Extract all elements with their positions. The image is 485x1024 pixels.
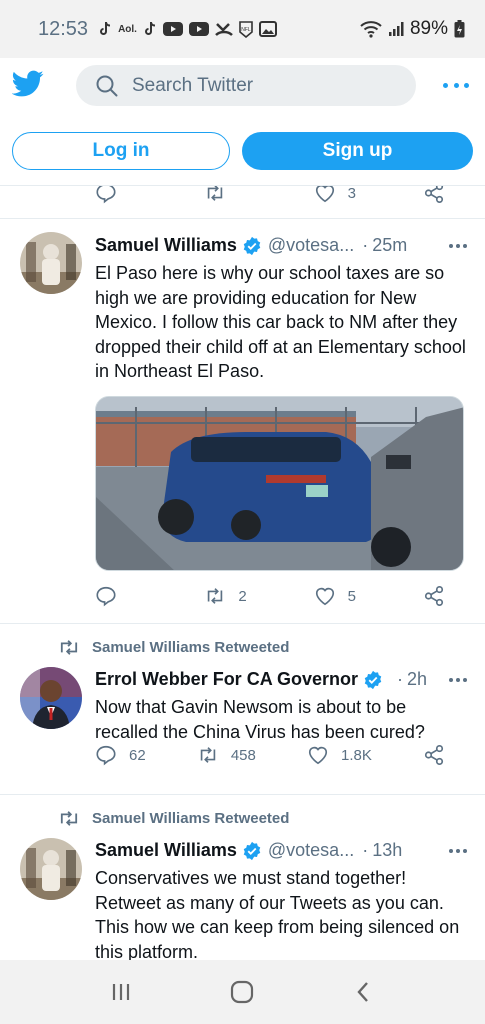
reply-count: 62: [129, 746, 146, 764]
system-indicators: 89%: [360, 18, 465, 40]
sign-up-button[interactable]: Sign up: [242, 132, 473, 170]
heart-icon: [315, 186, 334, 203]
back-icon[interactable]: [351, 979, 377, 1005]
share-icon: [424, 586, 444, 606]
heart-icon: [308, 746, 328, 765]
tweet[interactable]: Samuel Williams Retweeted Errol Webber F…: [0, 624, 485, 794]
tweet-image[interactable]: [95, 396, 464, 571]
twitter-logo-icon[interactable]: [12, 70, 44, 98]
retweet-button[interactable]: [204, 186, 248, 204]
reply-icon: [96, 186, 116, 204]
avatar[interactable]: [20, 838, 82, 900]
svg-text:NFL: NFL: [241, 27, 251, 33]
retweet-icon: [208, 186, 223, 201]
tiktok-icon: [100, 21, 111, 35]
wifi-icon: [360, 21, 382, 38]
retweeted-by: Samuel Williams Retweeted: [58, 809, 289, 827]
missed-call-icon: [215, 23, 233, 36]
timeline[interactable]: 3 Samuel Williams @votesa... · 25m El Pa…: [0, 186, 485, 960]
share-button[interactable]: [423, 585, 467, 607]
retweet-icon: [60, 811, 78, 826]
share-button[interactable]: [423, 744, 467, 766]
status-bar: 12:53 Aol. NFL 89%: [0, 0, 485, 58]
tweet-header: Samuel Williams @votesa... · 13h: [95, 840, 467, 861]
tweet-actions: 62 458 1.8K: [95, 744, 467, 766]
notification-icons: Aol. NFL: [98, 20, 277, 38]
author-name[interactable]: Errol Webber For CA Governor: [95, 669, 358, 690]
tweet-more-icon[interactable]: [449, 848, 467, 853]
retweet-count: 2: [238, 587, 247, 605]
verified-badge-icon: [243, 841, 261, 860]
retweeted-by-label[interactable]: Samuel Williams Retweeted: [92, 639, 289, 656]
tweet[interactable]: Samuel Williams @votesa... · 25m El Paso…: [0, 219, 485, 623]
tweet-more-icon[interactable]: [449, 677, 467, 682]
author-handle: @votesa...: [267, 840, 355, 860]
reply-button[interactable]: 62: [95, 744, 146, 766]
tweet-header: Samuel Williams @votesa... · 25m: [95, 235, 467, 256]
author-name[interactable]: Samuel Williams: [95, 840, 237, 861]
avatar[interactable]: [20, 232, 82, 294]
retweeted-by-label[interactable]: Samuel Williams Retweeted: [92, 810, 289, 827]
youtube-icon: [162, 22, 183, 36]
log-in-button[interactable]: Log in: [12, 132, 230, 170]
like-count: 3: [347, 186, 356, 202]
more-options-icon[interactable]: [443, 74, 469, 96]
top-header: Search Twitter Log in Sign up: [0, 58, 485, 186]
retweet-button[interactable]: 2: [204, 585, 248, 607]
youtube-icon: [188, 22, 209, 36]
avatar[interactable]: [20, 667, 82, 729]
search-placeholder: Search Twitter: [132, 74, 254, 96]
retweet-icon: [60, 640, 78, 655]
home-icon[interactable]: [229, 979, 255, 1005]
retweet-icon: [200, 747, 216, 763]
tweet-time[interactable]: 2h: [407, 669, 427, 690]
search-icon: [96, 75, 118, 96]
tweet-header: Errol Webber For CA Governor · 2h: [95, 669, 467, 690]
reply-button[interactable]: [95, 186, 139, 204]
tweet-time[interactable]: 25m: [372, 235, 407, 256]
signal-icon: [388, 22, 404, 36]
tweet-actions: 2 5: [95, 585, 467, 607]
like-button[interactable]: 3: [314, 186, 358, 204]
tweet-text: Now that Gavin Newsom is about to be rec…: [95, 697, 425, 742]
retweet-count: 458: [230, 746, 256, 764]
reply-icon: [96, 586, 116, 607]
tweet-text: Conservatives we must stand together! Re…: [95, 868, 460, 960]
share-button[interactable]: [423, 186, 467, 204]
retweet-icon: [208, 588, 223, 604]
nfl-icon: NFL: [239, 20, 253, 38]
tweet-time[interactable]: 13h: [372, 840, 402, 861]
tweet-more-icon[interactable]: [449, 243, 467, 248]
search-bar[interactable]: Search Twitter: [76, 65, 416, 106]
system-nav-bar: [0, 960, 485, 1024]
like-button[interactable]: 5: [314, 585, 358, 607]
share-icon: [424, 745, 444, 765]
like-count: 5: [347, 587, 356, 605]
author-name[interactable]: Samuel Williams: [95, 235, 237, 256]
verified-badge-icon: [364, 670, 382, 689]
battery-charging-icon: [454, 20, 465, 38]
battery-percent: 89%: [409, 18, 448, 39]
clock: 12:53: [38, 17, 89, 40]
reply-button[interactable]: [95, 585, 139, 607]
like-button[interactable]: 1.8K: [307, 744, 372, 766]
like-count: 1.8K: [341, 746, 372, 764]
retweeted-by: Samuel Williams Retweeted: [58, 638, 289, 656]
retweet-button[interactable]: 458: [197, 744, 256, 766]
tiktok-icon: [144, 21, 156, 35]
verified-badge-icon: [243, 236, 261, 255]
tweet-text: El Paso here is why our school taxes are…: [95, 263, 466, 381]
tweet[interactable]: Samuel Williams Retweeted Samuel William…: [0, 795, 485, 960]
reply-icon: [96, 745, 116, 766]
image-icon: [258, 21, 277, 37]
recent-apps-icon[interactable]: [108, 979, 134, 1005]
share-icon: [424, 186, 444, 203]
aol-icon: Aol.: [118, 23, 137, 35]
author-handle: @votesa...: [267, 235, 355, 255]
tweet-actions: 3: [95, 186, 467, 204]
heart-icon: [315, 587, 334, 606]
